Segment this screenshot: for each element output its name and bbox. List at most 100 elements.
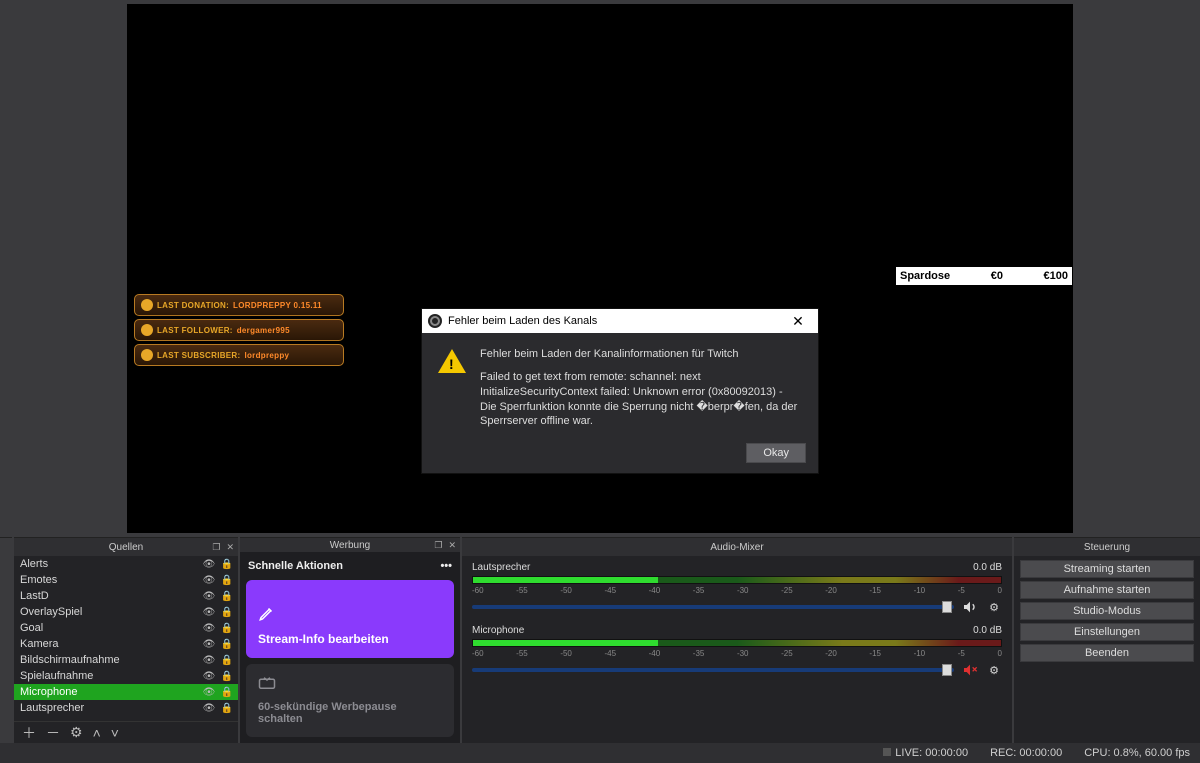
dock-title-mixer[interactable]: Audio-Mixer [462,538,1012,556]
lock-icon[interactable]: 🔒 [220,703,234,714]
lock-icon[interactable]: 🔒 [220,687,234,698]
source-item[interactable]: Spielaufnahme 👁 🔒 [14,668,238,684]
sources-list[interactable]: Alerts👁🔒Emotes👁🔒LastD👁🔒OverlaySpiel👁🔒Goa… [14,556,238,721]
source-item[interactable]: Kamera 👁 🔒 [14,636,238,652]
lock-icon[interactable]: 🔒 [220,559,234,570]
source-name: Spielaufnahme [20,670,198,682]
mixer-channel: Microphone0.0 dB-60-55-50-45-40-35-30-25… [472,625,1002,678]
vu-meter [472,576,1002,584]
overlay-banner-follower: LAST FOLLOWER: dergamer995 [134,319,344,341]
source-name: Emotes [20,574,198,586]
ad-break-card[interactable]: 60-sekündige Werbepause schalten [246,664,454,737]
edit-stream-info-card[interactable]: Stream-Info bearbeiten [246,580,454,658]
lock-icon[interactable]: 🔒 [220,639,234,650]
source-item[interactable]: Alerts👁🔒 [14,556,238,572]
lock-icon[interactable]: 🔒 [220,607,234,618]
gear-icon[interactable]: ⚙ [986,599,1002,615]
source-name: Lautsprecher [20,702,198,714]
volume-slider[interactable] [472,605,954,609]
mixer-body: Lautsprecher 0.0 dB -60-55-50-45-40-35-30-… [462,556,1012,743]
mute-icon[interactable] [962,662,978,678]
visibility-icon[interactable]: 👁 [202,639,216,650]
source-item[interactable]: Goal 👁 🔒 [14,620,238,636]
channel-name: Lautsprecher [472,562,530,573]
lock-icon[interactable]: 🔒 [220,655,234,666]
dock-title-controls[interactable]: Steuerung [1014,538,1200,556]
source-item[interactable]: Bildschirmaufnahme 👁 🔒 [14,652,238,668]
controls-body: Streaming starten Aufnahme starten Studio-… [1014,556,1200,666]
visibility-icon[interactable]: 👁 [202,687,216,698]
source-item[interactable]: OverlaySpiel 👁 🔒 [14,604,238,620]
control-button[interactable]: Beenden [1020,644,1194,662]
dialog-titlebar[interactable]: Fehler beim Laden des Kanals ✕ [422,309,818,333]
status-live: LIVE: 00:00:00 [883,747,968,759]
visibility-icon[interactable]: 👁 [202,671,216,682]
banner-label: LAST SUBSCRIBER: [157,351,240,360]
source-name: Goal [20,622,198,634]
source-item[interactable]: Emotes 👁 🔒 [14,572,238,588]
source-name: Microphone [20,686,198,698]
source-name: Kamera [20,638,198,650]
overlay-banner-subscriber: LAST SUBSCRIBER: lordpreppy [134,344,344,366]
status-cpu: CPU: 0.8%, 60.00 fps [1084,747,1190,759]
add-source-button[interactable]: ＋ [22,723,36,743]
source-item[interactable]: Lautsprecher 👁 🔒 [14,700,238,716]
dock-close-icon[interactable]: ✕ [226,542,234,553]
lock-icon[interactable]: 🔒 [220,623,234,634]
more-icon[interactable]: ••• [440,560,452,572]
source-item[interactable]: Microphone 👁 🔒 [14,684,238,700]
quick-actions-header: Schnelle Aktionen ••• [246,558,454,574]
visibility-icon[interactable]: 👁 [202,559,216,570]
volume-slider[interactable] [472,668,954,672]
meter-ticks: -60-55-50-45-40-35-30-25-20-15-10-50 [472,586,1002,595]
visibility-icon[interactable]: 👁 [202,655,216,666]
pencil-icon [258,604,276,622]
visibility-icon[interactable]: 👁 [202,703,216,714]
remove-source-button[interactable]: － [46,723,60,743]
dialog-title: Fehler beim Laden des Kanals [448,315,597,327]
error-dialog: Fehler beim Laden des Kanals ✕ Fehler be… [421,308,819,474]
source-properties-button[interactable]: ⚙ [70,724,83,741]
dock-close-icon[interactable]: ✕ [448,540,456,551]
channel-db: 0.0 dB [973,625,1002,636]
ads-dock: Werbung ❐✕ Schnelle Aktionen ••• Stream-… [240,537,460,743]
control-button[interactable]: Studio-Modus [1020,602,1194,620]
source-name: OverlaySpiel [20,606,198,618]
meter-ticks: -60-55-50-45-40-35-30-25-20-15-10-50 [472,649,1002,658]
ok-button[interactable]: Okay [746,443,806,463]
lock-icon[interactable]: 🔒 [220,671,234,682]
dock-title-sources[interactable]: Quellen ❐✕ [14,538,238,556]
tv-icon [258,676,442,693]
goal-label: Spardose [900,270,950,282]
visibility-icon[interactable]: 👁 [202,623,216,634]
visibility-icon[interactable]: 👁 [202,591,216,602]
close-icon[interactable]: ✕ [780,309,816,333]
speaker-icon[interactable] [962,599,978,615]
dock-title-ads[interactable]: Werbung ❐✕ [240,538,460,552]
gear-icon[interactable]: ⚙ [986,662,1002,678]
control-button[interactable]: Aufnahme starten [1020,581,1194,599]
banner-value: lordpreppy [244,351,289,360]
control-button[interactable]: Streaming starten [1020,560,1194,578]
visibility-icon[interactable]: 👁 [202,607,216,618]
donation-goal-bar: Spardose €0 €100 [896,267,1072,285]
channel-db: 0.0 dB [973,562,1002,573]
preview-canvas[interactable]: LAST DONATION: LORDPREPPY 0.15.11 LAST F… [127,4,1073,533]
docks: Quellen ❐✕ Alerts👁🔒Emotes👁🔒LastD👁🔒Overla… [0,537,1200,743]
visibility-icon[interactable]: 👁 [202,575,216,586]
audio-mixer-dock: Audio-Mixer Lautsprecher 0.0 dB -60-55-50-… [462,537,1012,743]
control-button[interactable]: Einstellungen [1020,623,1194,641]
dock-popout-icon[interactable]: ❐ [434,540,442,551]
lock-icon[interactable]: 🔒 [220,575,234,586]
source-item[interactable]: LastD👁🔒 [14,588,238,604]
dock-popout-icon[interactable]: ❐ [212,542,220,553]
source-name: Bildschirmaufnahme [20,654,198,666]
dialog-line2: Failed to get text from remote: schannel… [480,370,802,429]
move-up-button[interactable]: ˄ [93,725,101,741]
lock-icon[interactable]: 🔒 [220,591,234,602]
dock-title-label: Steuerung [1084,542,1130,553]
move-down-button[interactable]: ˅ [111,725,119,741]
card-title: Stream-Info bearbeiten [258,632,442,646]
preview-area: LAST DONATION: LORDPREPPY 0.15.11 LAST F… [0,0,1200,537]
dialog-line1: Fehler beim Laden der Kanalinformationen… [480,347,802,362]
